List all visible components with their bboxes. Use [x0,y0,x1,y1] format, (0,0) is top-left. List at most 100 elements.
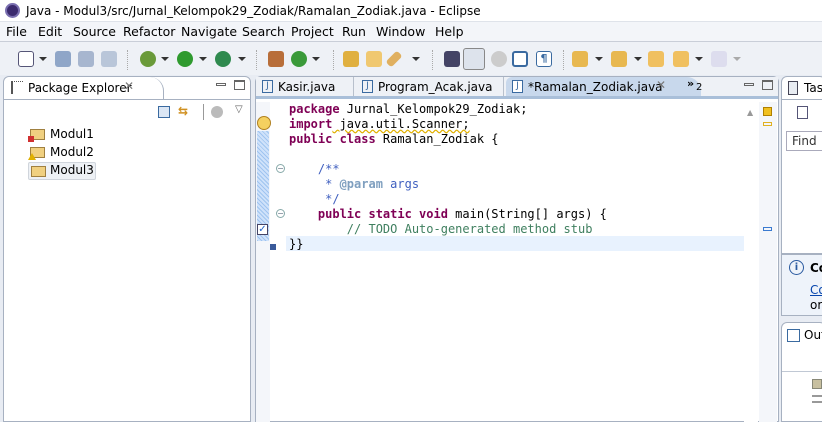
previous-edit-icon[interactable] [611,51,627,67]
code-line-8[interactable]: public static void main(String[] args) { [289,207,607,222]
chevron-down-icon[interactable] [595,57,603,61]
occurrence-marker[interactable] [763,122,772,126]
chevron-down-icon[interactable] [199,57,207,61]
title-bar: Java - Modul3/src/Jurnal_Kelompok29_Zodi… [0,0,822,22]
new-icon[interactable] [18,51,34,67]
code-line-9[interactable]: // TODO Auto-generated method stub [289,222,593,237]
info-title: Co [810,261,822,275]
menu-project[interactable]: Project [291,24,334,39]
menu-window[interactable]: Window [376,24,425,39]
tree-item-modul1[interactable]: Modul1 [28,126,118,144]
scroll-up-icon[interactable]: ▲ [747,108,753,117]
close-icon[interactable]: ✕ [656,78,666,92]
code-text: Jurnal_Kelompok29_Zodiak; [339,102,528,116]
chevron-down-icon[interactable] [412,57,420,61]
task-checkbox-icon[interactable]: ✓ [257,224,268,235]
imports-icon [812,395,822,403]
tab-label: *Ramalan_Zodiak.java [528,80,663,94]
fold-toggle-icon[interactable]: − [276,164,285,173]
code-line-10[interactable]: }} [289,237,303,252]
menu-navigate[interactable]: Navigate [181,24,237,39]
code-line-7[interactable]: */ [289,192,340,207]
forward-arrow-icon[interactable] [711,51,727,67]
open-task-icon[interactable] [366,51,382,67]
menu-file[interactable]: File [6,24,27,39]
chevron-down-icon[interactable] [634,57,642,61]
code-line-2[interactable]: import java.util.Scanner; [289,117,470,132]
editor-tab-program-acak[interactable]: J Program_Acak.java [356,77,504,96]
error-icon [28,136,34,142]
code-line-6[interactable]: * @param args [289,177,419,192]
quick-fix-warning-icon[interactable] [257,116,271,130]
javadoc-text: */ [289,192,340,206]
toggle-mark-occurrences-icon[interactable] [463,48,485,70]
chevron-down-icon[interactable] [695,57,703,61]
filters-icon[interactable] [211,106,223,118]
editor-tab-ramalan-zodiak[interactable]: J *Ramalan_Zodiak.java ✕ [506,77,701,96]
separator [203,104,204,120]
outline-title[interactable]: Out [804,328,822,342]
run-icon[interactable] [177,51,193,67]
chevron-down-icon[interactable] [161,57,169,61]
code-line-5[interactable]: /** [289,162,340,177]
new-package-icon[interactable] [268,51,284,67]
chevron-down-icon[interactable] [39,57,47,61]
menu-edit[interactable]: Edit [38,24,62,39]
next-annotation-icon[interactable] [444,51,460,67]
main-toolbar: ¶ [0,41,822,75]
view-menu-icon[interactable]: ▽ [235,104,243,115]
debug-icon[interactable] [140,51,156,67]
hidden-tabs-count[interactable]: 2 [696,82,702,93]
tree-item-modul3[interactable]: Modul3 [28,162,96,180]
last-edit-location-icon[interactable] [648,51,664,67]
code-line-3[interactable]: public class Ramalan_Zodiak { [289,132,499,147]
info-link[interactable]: Co [810,283,822,297]
print-icon[interactable] [101,51,117,67]
chevron-down-icon[interactable] [238,57,246,61]
block-selection-icon[interactable] [512,51,528,67]
minimize-icon[interactable] [216,83,226,86]
javadoc-text: * [289,177,340,191]
menu-source[interactable]: Source [73,24,116,39]
show-whitespace-icon[interactable]: ¶ [536,51,552,67]
menu-search[interactable]: Search [242,24,285,39]
fold-toggle-icon[interactable]: − [276,209,285,218]
menu-refactor[interactable]: Refactor [123,24,175,39]
code-line-1[interactable]: package Jurnal_Kelompok29_Zodiak; [289,102,527,117]
maximize-icon[interactable] [762,80,773,90]
package-explorer-tab[interactable]: Package Explorer ✕ [4,77,164,99]
editor-tab-kasir[interactable]: J Kasir.java [256,77,354,96]
chevron-down-icon[interactable] [733,57,741,61]
chevron-double-right-icon[interactable]: » [687,77,694,90]
warning-overview-icon[interactable] [763,107,772,116]
next-edit-icon[interactable] [572,51,588,67]
find-input[interactable]: Find [786,131,822,151]
package-explorer-icon [11,81,23,94]
minimize-icon[interactable] [744,83,754,86]
back-arrow-icon[interactable] [673,51,689,67]
chevron-down-icon[interactable] [312,57,320,61]
search-icon[interactable] [385,50,403,68]
open-type-icon[interactable] [343,51,359,67]
new-class-icon[interactable] [291,51,307,67]
menu-help[interactable]: Help [435,24,464,39]
link-with-editor-icon[interactable]: ⇆ [178,104,188,118]
new-task-icon[interactable] [797,106,808,119]
maximize-icon[interactable] [234,80,245,90]
external-tools-icon[interactable] [215,51,231,67]
eclipse-icon [5,3,20,18]
vertical-scrollbar[interactable]: ▲ [744,102,758,422]
tree-item-modul2[interactable]: Modul2 [28,144,118,162]
collapse-all-icon[interactable] [158,106,170,118]
save-icon[interactable] [55,51,71,67]
menu-run[interactable]: Run [342,24,366,39]
close-icon[interactable]: ✕ [124,79,134,93]
tree-item-label: Modul2 [50,145,94,159]
toggle-breadcrumb-icon[interactable] [491,51,507,67]
separator [127,50,128,70]
java-file-icon: J [262,80,273,93]
task-list-title[interactable]: Tas [804,81,822,95]
save-all-icon[interactable] [78,51,94,67]
current-line-highlight [286,236,744,251]
task-marker[interactable] [763,227,772,231]
